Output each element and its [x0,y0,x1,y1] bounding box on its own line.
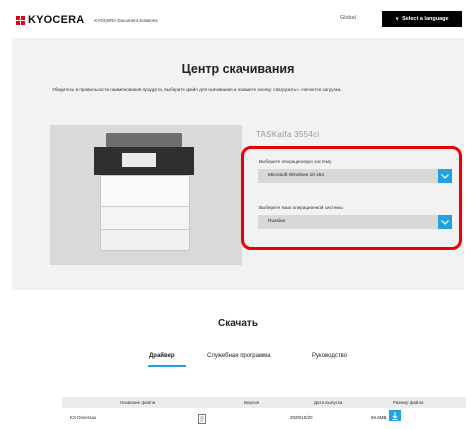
product-image [50,125,242,265]
download-button[interactable] [389,410,401,421]
column-header-size: Размер файла [393,400,424,405]
file-size-cell: 66.6MB [371,415,387,420]
column-header-date: Дата выпуска [314,400,343,405]
download-icon [392,411,398,420]
kyocera-logo[interactable]: KYOCERA KYOCERA Document Solutions [16,14,158,26]
release-date-cell: 2020/10/20 [290,415,313,420]
product-model-name: TASKalfa 3554ci [256,130,320,139]
page-title: Центр скачивания [181,62,295,76]
downloads-table-header: Название файла Версия Дата выпуска Разме… [62,397,466,408]
select-language-label: Select a language [402,16,449,22]
file-name-cell[interactable]: KX Driverзаx [70,415,96,420]
highlight-frame [241,146,462,250]
downloads-title: Скачать [218,318,258,329]
logo-text: KYOCERA [28,14,85,26]
tab-driver[interactable]: Драйвер [149,353,175,359]
document-info-icon[interactable] [198,411,206,429]
kyocera-logo-mark-icon [16,15,26,25]
site-header: KYOCERA KYOCERA Document Solutions Globa… [0,0,476,38]
tab-manual[interactable]: Руководство [312,353,347,359]
page-description: Убедитесь в правильности наименования пр… [52,87,342,92]
chevron-down-icon: ∨ [395,16,400,22]
select-language-button[interactable]: ∨ Select a language [382,11,462,27]
global-link[interactable]: Global [340,15,356,21]
tab-utility[interactable]: Служебная программа [207,353,271,359]
column-header-name: Название файла [120,400,156,405]
logo-subtitle: KYOCERA Document Solutions [94,18,158,23]
table-row: KX Driverзаx 2020/10/20 66.6MB [62,410,466,424]
active-tab-indicator [148,365,186,367]
column-header-version: Версия [244,400,260,405]
printer-illustration [94,133,194,251]
